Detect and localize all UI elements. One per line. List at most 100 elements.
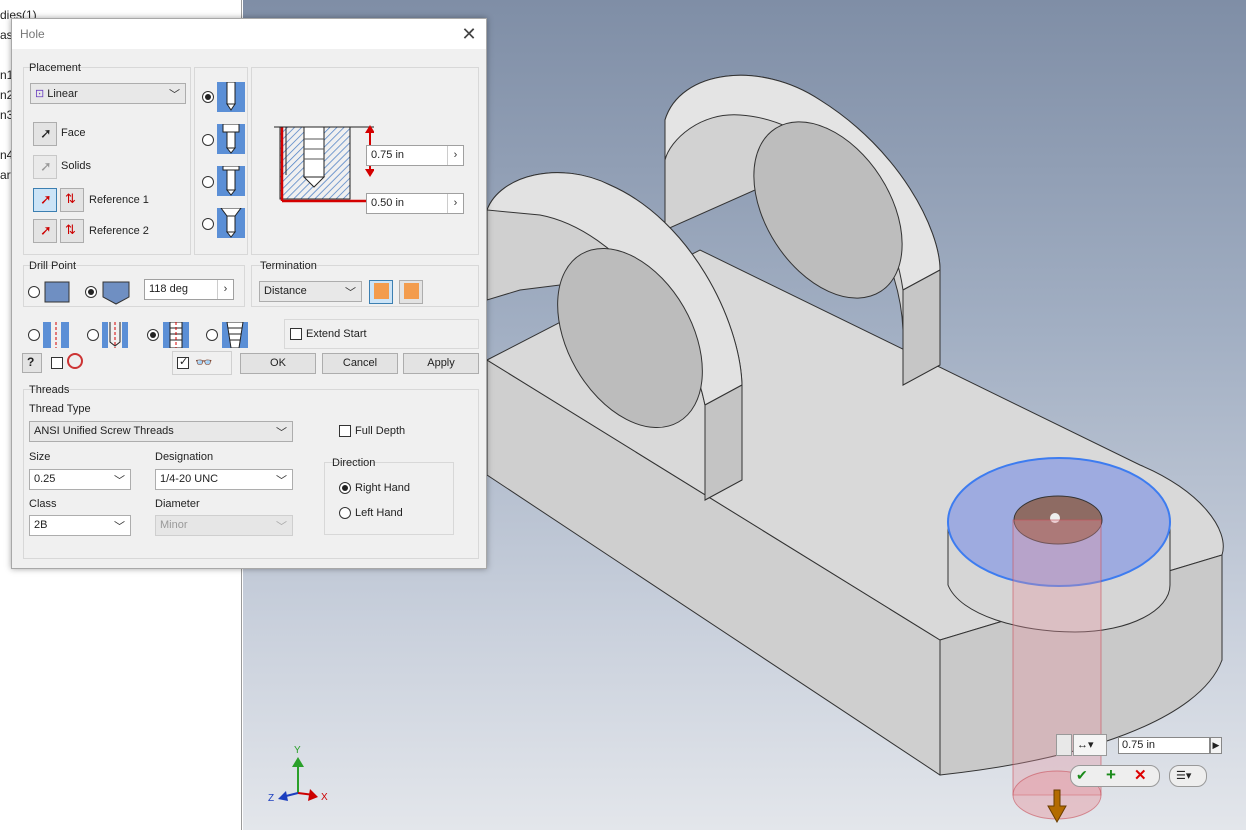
counterbore-icon xyxy=(217,123,245,154)
direction-flip-button[interactable] xyxy=(399,280,423,304)
extend-start-label: Extend Start xyxy=(306,328,367,340)
chevron-right-icon[interactable]: › xyxy=(447,194,463,213)
view-triad: Y X Z xyxy=(268,745,358,807)
close-icon[interactable]: ✕ xyxy=(452,19,486,49)
triangle-right-icon: ▶ xyxy=(1212,740,1220,750)
cursor-arrow-icon: ➚ xyxy=(40,158,52,174)
reference1-flip-button[interactable]: ⇅ xyxy=(60,188,84,212)
apply-button[interactable]: Apply xyxy=(403,353,479,374)
face-label: Face xyxy=(61,127,86,139)
direction-flip-icon xyxy=(404,283,419,299)
direction-arrow-icon xyxy=(374,283,389,299)
distance-mode-dropdown[interactable]: ↔▾ xyxy=(1073,734,1107,756)
diameter-input[interactable]: 0.50 in › xyxy=(366,193,464,214)
tapped-hole-radio[interactable] xyxy=(147,329,159,341)
countersink-icon xyxy=(217,207,245,238)
dialog-title: Hole xyxy=(20,27,45,41)
chevron-down-icon: ﹀ xyxy=(345,287,356,299)
right-hand-label: Right Hand xyxy=(355,482,411,494)
thread-type-select[interactable]: ANSI Unified Screw Threads ﹀ xyxy=(29,421,293,442)
chevron-right-icon[interactable]: › xyxy=(217,280,233,299)
reference1-label: Reference 1 xyxy=(89,194,149,206)
angled-point-icon xyxy=(102,281,130,305)
drill-point-group-title: Drill Point xyxy=(29,260,77,272)
class-select[interactable]: 2B ﹀ xyxy=(29,515,131,536)
cursor-arrow-icon: ➚ xyxy=(40,222,52,238)
simple-hole-radio[interactable] xyxy=(202,91,214,103)
glasses-preview-icon: 👓 xyxy=(195,354,213,370)
full-depth-label: Full Depth xyxy=(355,425,406,437)
drill-angle-value: 118 deg xyxy=(149,283,188,295)
right-hand-radio[interactable] xyxy=(339,482,351,494)
distance-input[interactable]: 0.75 in xyxy=(1118,737,1210,754)
designation-select[interactable]: 1/4-20 UNC ﹀ xyxy=(155,469,293,490)
cursor-arrow-icon: ➚ xyxy=(40,191,52,207)
countersink-radio[interactable] xyxy=(202,218,214,230)
ok-check-icon[interactable]: ✔ xyxy=(1076,767,1088,784)
size-label: Size xyxy=(29,451,51,463)
reference2-flip-button[interactable]: ⇅ xyxy=(60,219,84,243)
cancel-button[interactable]: Cancel xyxy=(322,353,398,374)
simple-hole-icon xyxy=(217,81,245,112)
dialog-titlebar[interactable]: Hole ✕ xyxy=(12,19,486,49)
face-select-button[interactable]: ➚ xyxy=(33,122,57,146)
distance-icon: ↔▾ xyxy=(1077,739,1094,751)
placement-group-title: Placement xyxy=(29,62,81,74)
reference2-select-button[interactable]: ➚ xyxy=(33,219,57,243)
flip-direction-icon: ⇅ xyxy=(65,222,76,237)
termination-select[interactable]: Distance ﹀ xyxy=(259,281,362,302)
help-icon: ? xyxy=(27,355,35,369)
reference2-label: Reference 2 xyxy=(89,225,149,237)
help-button[interactable]: ? xyxy=(22,353,42,373)
extend-start-checkbox[interactable] xyxy=(290,328,302,340)
flat-drill-point-radio[interactable] xyxy=(28,286,40,298)
glyph-display-checkbox[interactable] xyxy=(51,357,63,369)
apply-plus-icon[interactable]: + xyxy=(1106,765,1116,785)
drill-angle-input[interactable]: 118 deg › xyxy=(144,279,234,300)
minitoolbar-grip[interactable] xyxy=(1056,734,1072,756)
minitoolbar-options-dropdown[interactable]: ☰▾ xyxy=(1169,765,1207,787)
full-depth-checkbox[interactable] xyxy=(339,425,351,437)
counterbore-radio[interactable] xyxy=(202,134,214,146)
distance-arrow-button[interactable]: ▶ xyxy=(1210,737,1222,754)
axis-x-label: X xyxy=(321,792,328,803)
axis-z-label: Z xyxy=(268,793,275,804)
simple-hole-type-icon xyxy=(43,322,69,348)
size-value: 0.25 xyxy=(34,473,56,485)
preview-checkbox[interactable] xyxy=(177,355,189,369)
simple-hole-thread-radio[interactable] xyxy=(28,329,40,341)
diameter-value: 0.50 in xyxy=(371,197,405,209)
left-hand-radio[interactable] xyxy=(339,507,351,519)
spotface-radio[interactable] xyxy=(202,176,214,188)
ok-button[interactable]: OK xyxy=(240,353,316,374)
preview-toggle-group: 👓 xyxy=(172,351,232,375)
cancel-x-icon[interactable]: ✕ xyxy=(1134,766,1147,784)
solids-label: Solids xyxy=(61,160,91,172)
chevron-right-icon[interactable]: › xyxy=(447,146,463,165)
placement-type-select[interactable]: ⊡ Linear ﹀ xyxy=(30,83,186,104)
flat-point-icon xyxy=(44,281,70,303)
taper-tapped-hole-radio[interactable] xyxy=(206,329,218,341)
taper-tapped-hole-icon xyxy=(222,321,248,349)
threads-group-title: Threads xyxy=(29,384,70,396)
chevron-down-icon: ﹀ xyxy=(114,521,125,533)
linear-placement-icon: ⊡ xyxy=(35,88,45,100)
depth-input[interactable]: 0.75 in › xyxy=(366,145,464,166)
clearance-hole-radio[interactable] xyxy=(87,329,99,341)
direction-default-button[interactable] xyxy=(369,280,393,304)
spotface-icon xyxy=(217,165,245,196)
direction-group-title: Direction xyxy=(332,457,376,469)
hole-dialog: Hole ✕ Placement ⊡ Linear ﹀ ➚ Face ➚ Soli… xyxy=(11,18,487,569)
left-hand-label: Left Hand xyxy=(355,507,403,519)
solids-select-button[interactable]: ➚ xyxy=(33,155,57,179)
direction-group xyxy=(324,462,454,535)
termination-value: Distance xyxy=(264,285,307,297)
chevron-down-icon: ﹀ xyxy=(276,475,287,487)
size-select[interactable]: 0.25 ﹀ xyxy=(29,469,131,490)
class-label: Class xyxy=(29,498,57,510)
reference1-select-button[interactable]: ➚ xyxy=(33,188,57,212)
diameter-label: Diameter xyxy=(155,498,200,510)
chevron-down-icon: ﹀ xyxy=(169,89,180,101)
angle-drill-point-radio[interactable] xyxy=(85,286,97,298)
thread-type-value: ANSI Unified Screw Threads xyxy=(34,425,174,437)
